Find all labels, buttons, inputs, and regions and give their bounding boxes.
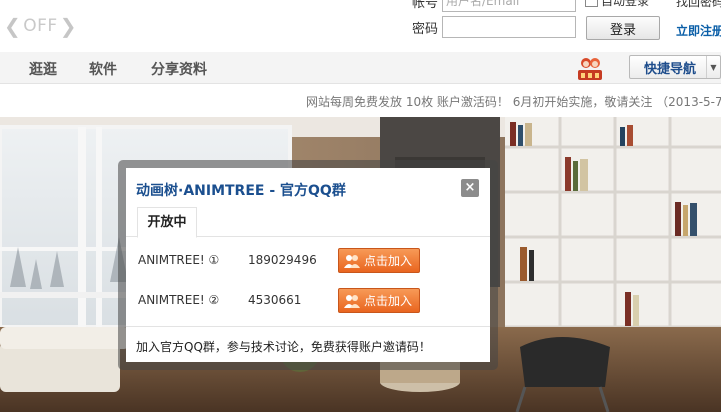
chevron-down-icon: ▼ — [706, 56, 720, 78]
group-icon — [344, 254, 360, 268]
group-name: ANIMTREE! ① — [138, 253, 220, 267]
username-label: 帐号 — [412, 0, 439, 11]
logo-text: OFF — [23, 16, 58, 36]
username-row: 帐号 — [412, 0, 576, 12]
password-label: 密码 — [412, 21, 439, 37]
dialog-footer-text: 加入官方QQ群，参与技术讨论，免费获得账户邀请码！ — [136, 340, 431, 354]
dialog-tab-bar: 开放中 — [126, 207, 490, 238]
quick-nav-button[interactable]: 快捷导航 ▼ — [629, 55, 721, 79]
dialog-title: 动画树·ANIMTREE - 官方QQ群 — [136, 183, 346, 199]
top-header: ❮ OFF ❯ 帐号 密码 自动登录 登录 找回密码 立即注册 — [0, 0, 721, 52]
password-input[interactable] — [442, 16, 576, 38]
group-number: 4530661 — [248, 293, 302, 307]
password-row: 密码 — [412, 16, 576, 38]
remember-label: 自动登录 — [601, 0, 650, 8]
nav-item-browse[interactable]: 逛逛 — [29, 59, 57, 79]
main-nav: 逛逛 软件 分享资料 快捷导航 ▼ — [0, 52, 721, 84]
group-name: ANIMTREE! ② — [138, 293, 220, 307]
group-icon — [344, 294, 360, 308]
close-icon[interactable]: × — [461, 179, 479, 197]
chevron-left-icon: ❮ — [4, 14, 22, 38]
list-item: ANIMTREE! ② 4530661 点击加入 — [126, 288, 490, 314]
chevron-right-icon: ❯ — [59, 14, 77, 38]
join-button-label: 点击加入 — [364, 254, 413, 268]
forgot-password-link[interactable]: 找回密码 — [676, 0, 721, 10]
join-group-button[interactable]: 点击加入 — [338, 248, 420, 273]
remember-me-checkbox[interactable]: 自动登录 — [585, 0, 649, 9]
checkbox-icon — [585, 0, 598, 7]
divider — [126, 326, 490, 327]
group-number: 189029496 — [248, 253, 317, 267]
tab-open[interactable]: 开放中 — [137, 207, 197, 238]
users-icon[interactable] — [575, 54, 605, 82]
username-input[interactable] — [442, 0, 576, 12]
join-group-button[interactable]: 点击加入 — [338, 288, 420, 313]
list-item: ANIMTREE! ① 189029496 点击加入 — [126, 248, 490, 274]
nav-item-share[interactable]: 分享资料 — [151, 59, 207, 79]
notice-text[interactable]: 网站每周免费发放 10枚 账户激活码！ 6月初开始实施，敬请关注 （2013-5… — [306, 93, 721, 110]
login-button[interactable]: 登录 — [586, 16, 660, 40]
quick-nav-label: 快捷导航 — [644, 61, 697, 77]
notice-bar: 网站每周免费发放 10枚 账户激活码！ 6月初开始实施，敬请关注 （2013-5… — [0, 85, 721, 117]
nav-item-software[interactable]: 软件 — [89, 59, 117, 79]
site-logo[interactable]: ❮ OFF ❯ — [4, 14, 77, 38]
qq-group-dialog: 动画树·ANIMTREE - 官方QQ群 × 开放中 ANIMTREE! ① 1… — [126, 168, 490, 362]
register-link[interactable]: 立即注册 — [676, 22, 721, 39]
join-button-label: 点击加入 — [364, 294, 413, 308]
